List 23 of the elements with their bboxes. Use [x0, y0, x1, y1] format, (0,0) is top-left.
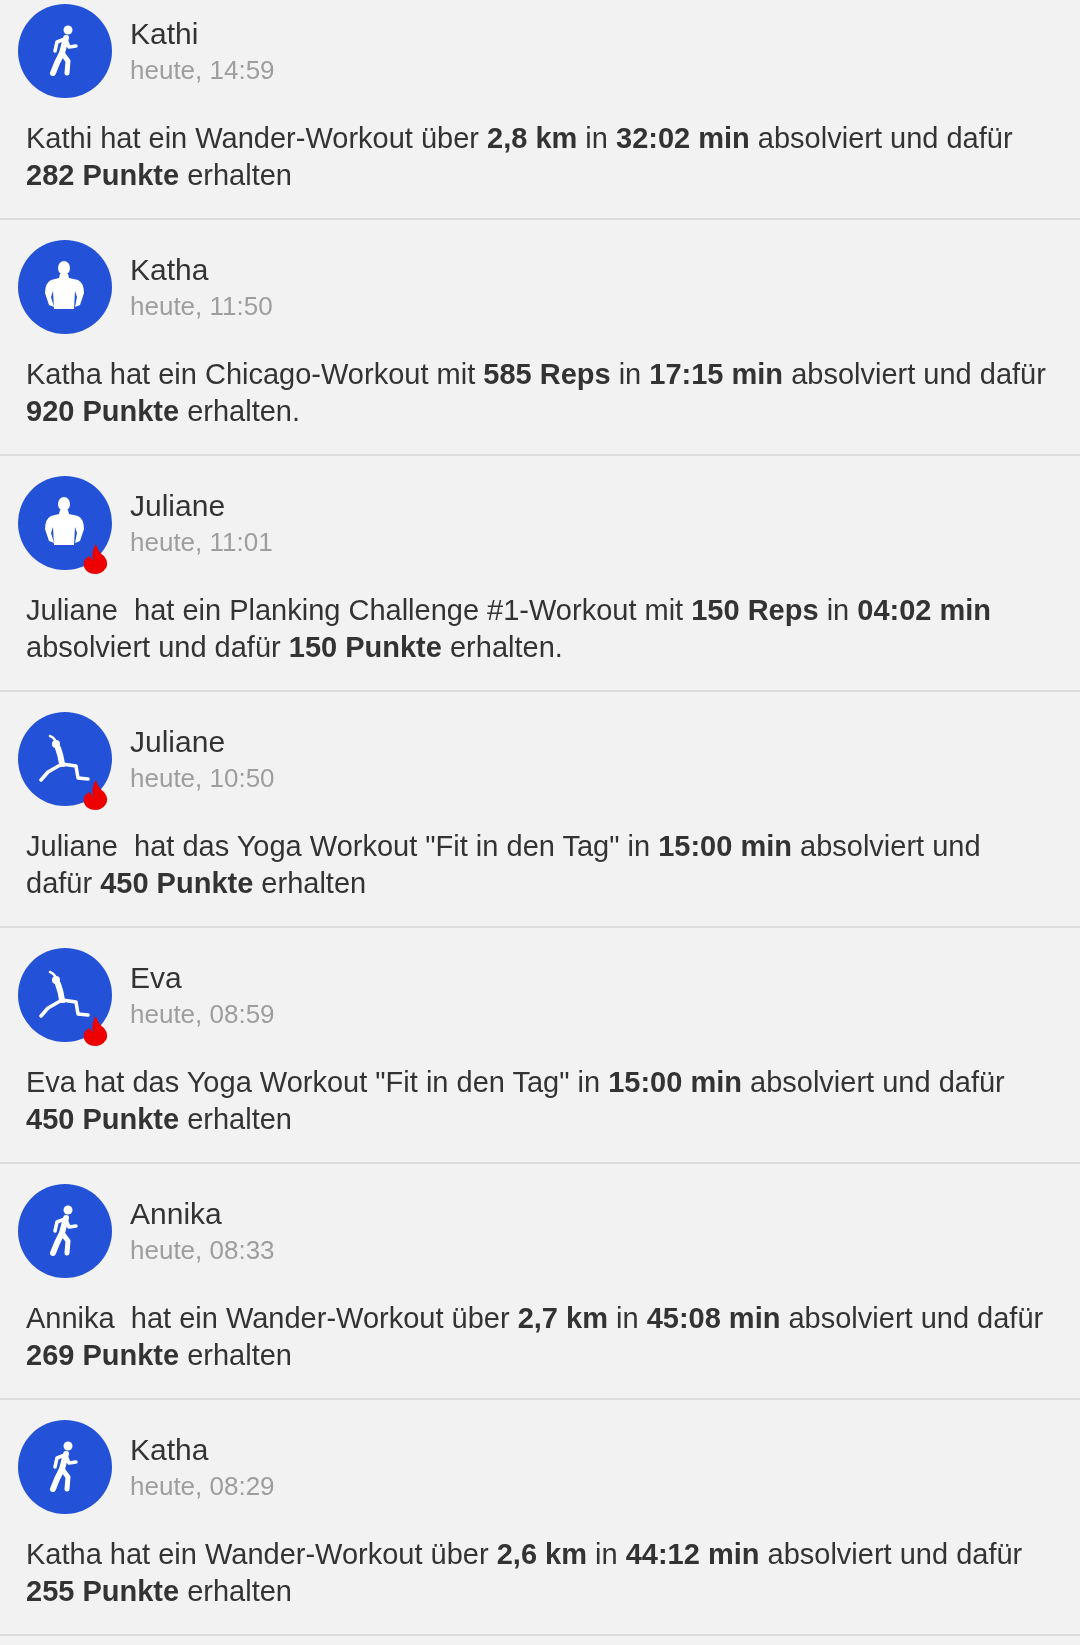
- user-name: Katha: [130, 252, 210, 288]
- timestamp: heute, 14:59: [130, 54, 275, 87]
- activity-text: Katha hat ein Wander-Workout über 2,6 km in 44:12 min absolviert und dafür 255 Punkte erhalten: [25, 1537, 1024, 1609]
- activity-text: Kathi hat ein Wander-Workout über 2,8 km in 32:02 min absolviert und dafür 282 Punkte erhalten: [25, 121, 1014, 193]
- timestamp: heute, 08:59: [130, 998, 275, 1031]
- activity-text: Annika hat ein Wander-Workout über 2,7 km in 45:08 min absolviert und dafür 269 Punkte erhalten: [25, 1301, 1045, 1373]
- user-name: Juliane: [130, 724, 227, 760]
- yoga-pose-icon: [38, 734, 92, 784]
- activity-text: Juliane hat ein Planking Challenge #1-Workout mit 150 Reps in 04:02 min absolviert und dafür 150 Punkte erhalten.: [25, 593, 993, 665]
- timestamp: heute, 10:50: [130, 762, 275, 795]
- timestamp: heute, 11:50: [130, 290, 273, 323]
- user-name: Katha: [130, 1432, 210, 1468]
- activity-text: Eva hat das Yoga Workout "Fit in den Tag" in 15:00 min absolviert und dafür 450 Punkte erhalten: [25, 1065, 1006, 1137]
- user-name: Annika: [130, 1196, 223, 1232]
- timestamp: heute, 08:33: [130, 1234, 275, 1267]
- timestamp: heute, 11:01: [130, 526, 273, 559]
- activity-text: Katha hat ein Chicago-Workout mit 585 Reps in 17:15 min absolviert und dafür 920 Punkte erhalten.: [25, 357, 1047, 429]
- activity-text: Juliane hat das Yoga Workout "Fit in den Tag" in 15:00 min absolviert und dafür 450 Punkte erhalten: [25, 829, 982, 901]
- user-name: Kathi: [130, 16, 200, 52]
- user-name: Juliane: [130, 488, 227, 524]
- yoga-pose-icon: [38, 970, 92, 1020]
- timestamp: heute, 08:29: [130, 1470, 275, 1503]
- user-name: Eva: [130, 960, 183, 996]
